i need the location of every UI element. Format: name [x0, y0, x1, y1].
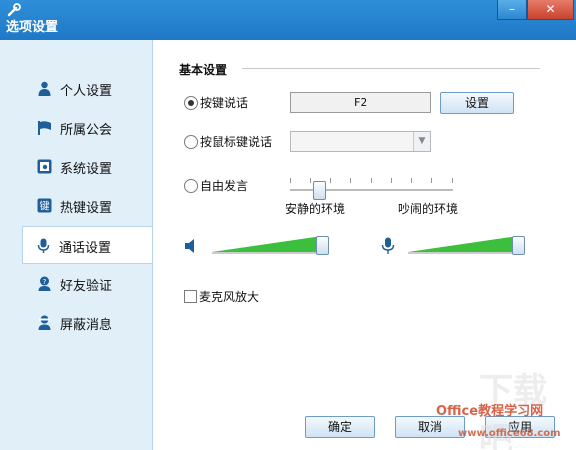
window-title: 选项设置 — [6, 20, 59, 35]
sidebar-item-call[interactable]: 通话设置 — [22, 226, 154, 264]
speaker-volume-fill — [212, 236, 322, 252]
slider-tick — [310, 178, 311, 183]
sidebar-item-guild[interactable]: 所属公会 — [24, 109, 152, 145]
options-dialog: 选项设置 – ✕ 个人设置 所属公会 系统设置 键 热键设置 通话设置 ? 好友… — [0, 0, 576, 450]
mouse-talk-radio[interactable] — [184, 135, 198, 149]
speaker-volume-slider[interactable] — [212, 234, 328, 256]
minimize-button[interactable]: – — [497, 0, 527, 20]
flag-icon — [38, 121, 51, 135]
person-block-icon — [38, 315, 51, 330]
mic-volume-fill — [408, 236, 518, 252]
mic-small-icon — [381, 237, 395, 254]
mic-boost-label: 麦克风放大 — [199, 290, 260, 304]
speaker-icon — [185, 239, 194, 253]
mouse-button-select[interactable]: ▼ — [290, 131, 431, 152]
noise-slider-thumb[interactable] — [313, 181, 327, 200]
sidebar-item-label: 系统设置 — [60, 162, 113, 177]
person-icon — [38, 81, 51, 96]
svg-text:键: 键 — [40, 200, 50, 213]
sidebar-item-label: 通话设置 — [59, 241, 112, 256]
mic-volume-slider[interactable] — [408, 234, 524, 256]
mic-boost-checkbox[interactable] — [184, 290, 197, 303]
set-hotkey-button[interactable]: 设置 — [440, 92, 514, 114]
slider-tick — [330, 178, 331, 183]
free-talk-label: 自由发言 — [200, 179, 249, 193]
microphone-icon — [37, 238, 50, 253]
section-title: 基本设置 — [179, 63, 228, 77]
key-icon: 键 — [37, 198, 52, 213]
slider-tick — [371, 178, 372, 183]
watermark-brand: Office教程学习网 — [436, 404, 544, 419]
slider-tick — [431, 178, 432, 183]
slider-tick — [350, 178, 351, 183]
mic-volume-thumb[interactable] — [512, 236, 525, 255]
slider-tick — [411, 178, 412, 183]
settings-panel: 基本设置 按键说话 F2 设置 按鼠标键说话 ▼ 自由发言 安静的环境 吵闹的环… — [152, 40, 576, 450]
window-settings-icon — [37, 159, 52, 174]
close-button[interactable]: ✕ — [527, 0, 574, 20]
watermark-url: www.office68.com — [458, 428, 561, 439]
sidebar-item-system[interactable]: 系统设置 — [24, 148, 152, 184]
quiet-env-label: 安静的环境 — [285, 202, 346, 216]
hotkey-field[interactable]: F2 — [290, 92, 431, 113]
chevron-down-icon: ▼ — [413, 132, 430, 151]
slider-tick — [391, 178, 392, 183]
push-to-talk-radio[interactable] — [184, 96, 198, 110]
sidebar-item-label: 个人设置 — [60, 84, 113, 99]
slider-tick — [452, 178, 453, 183]
push-to-talk-label: 按键说话 — [200, 96, 249, 110]
svg-text:?: ? — [43, 278, 47, 286]
free-talk-radio[interactable] — [184, 179, 198, 193]
cancel-button[interactable]: 取消 — [395, 416, 465, 438]
sidebar-item-label: 好友验证 — [60, 279, 113, 294]
speaker-volume-thumb[interactable] — [316, 236, 329, 255]
sidebar-item-label: 屏蔽消息 — [60, 318, 113, 333]
sidebar-item-label: 热键设置 — [60, 201, 113, 216]
title-bar[interactable]: 选项设置 – ✕ — [0, 0, 576, 40]
mouse-talk-label: 按鼠标键说话 — [200, 135, 273, 149]
ok-button[interactable]: 确定 — [305, 416, 375, 438]
slider-tick — [290, 178, 291, 183]
noisy-env-label: 吵闹的环境 — [398, 202, 459, 216]
sidebar: 个人设置 所属公会 系统设置 键 热键设置 通话设置 ? 好友验证 屏蔽消息 — [0, 40, 154, 450]
person-question-icon: ? — [38, 276, 51, 291]
section-divider — [242, 68, 540, 69]
sidebar-item-personal[interactable]: 个人设置 — [24, 70, 152, 106]
sidebar-item-block[interactable]: 屏蔽消息 — [24, 304, 152, 340]
sidebar-item-hotkey[interactable]: 键 热键设置 — [24, 187, 152, 223]
sidebar-item-label: 所属公会 — [60, 123, 113, 138]
sidebar-item-friend-verify[interactable]: ? 好友验证 — [24, 265, 152, 301]
